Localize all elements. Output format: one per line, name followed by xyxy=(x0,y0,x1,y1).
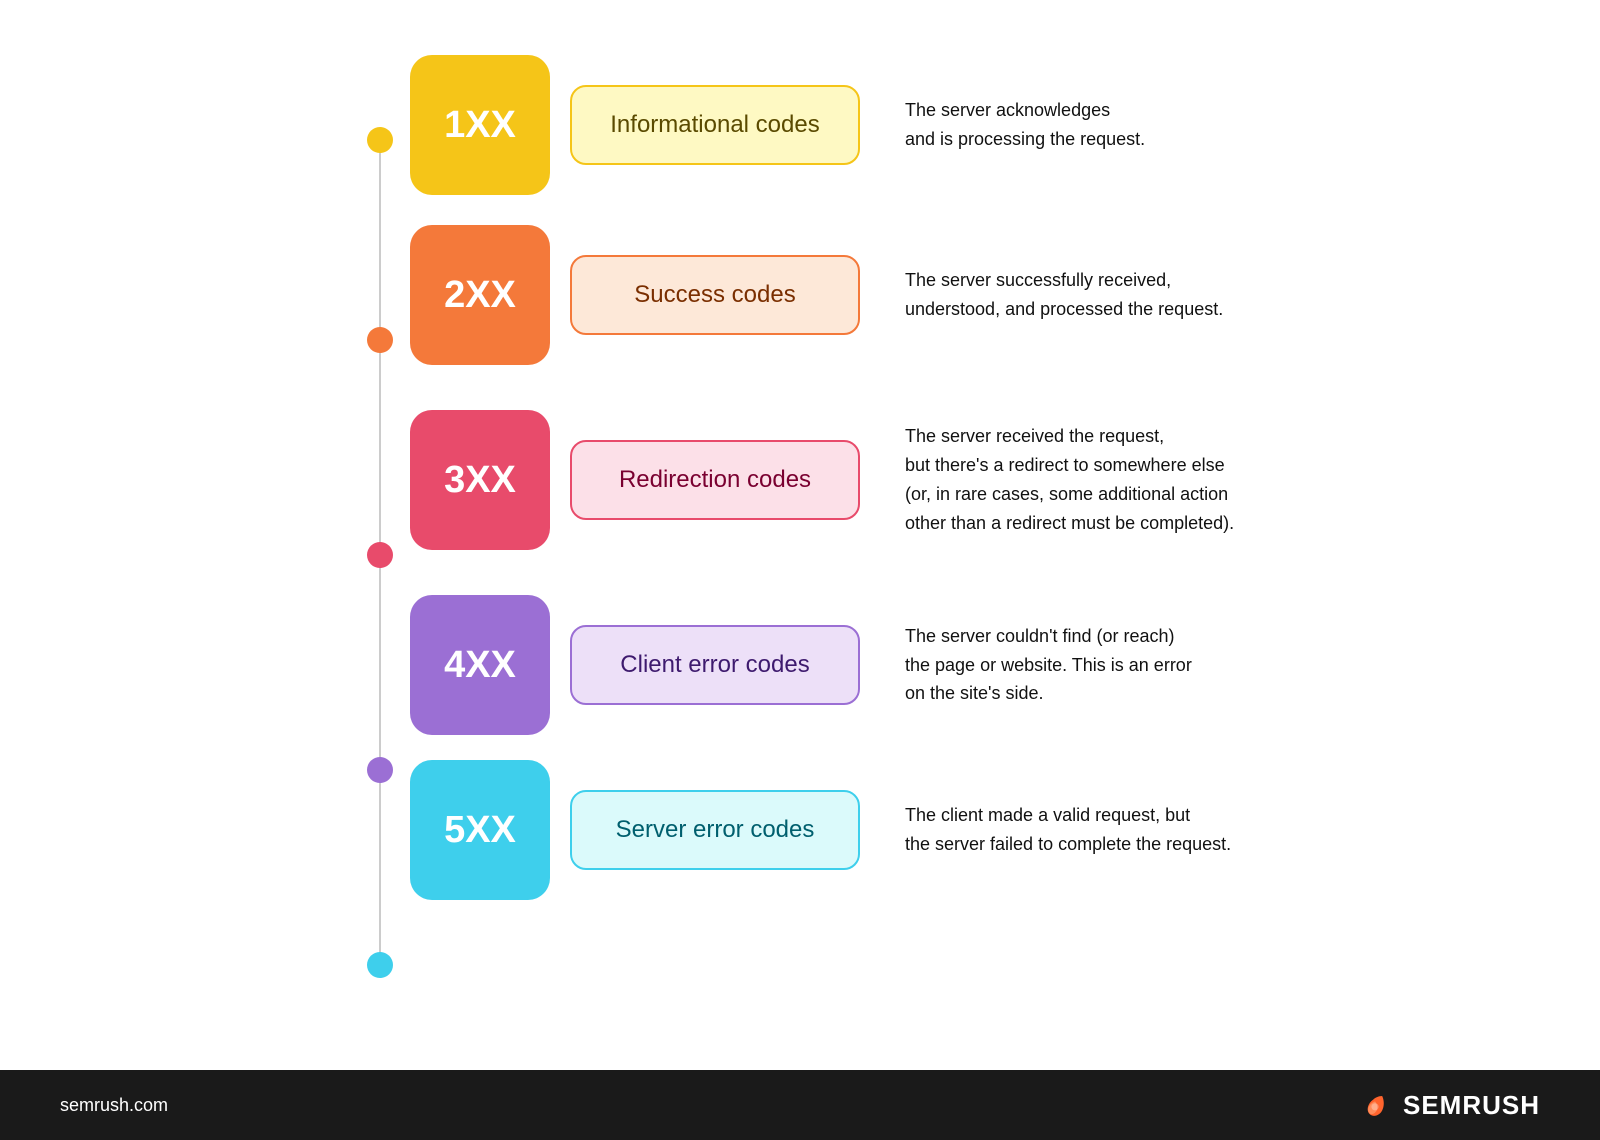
code-box-5xx: 5XX xyxy=(410,760,550,900)
description-3xx: The server received the request, but the… xyxy=(880,422,1250,537)
label-box-5xx: Server error codes xyxy=(570,790,860,870)
label-box-2xx: Success codes xyxy=(570,255,860,335)
code-box-2xx: 2XX xyxy=(410,225,550,365)
label-box-1xx: Informational codes xyxy=(570,85,860,165)
description-2xx: The server successfully received, unders… xyxy=(880,266,1250,324)
rows-column: 1XXInformational codes The server acknowl… xyxy=(410,40,1250,1030)
footer: semrush.com SEMRUSH xyxy=(0,1070,1600,1140)
footer-url: semrush.com xyxy=(60,1095,168,1116)
code-box-3xx: 3XX xyxy=(410,410,550,550)
row-2xx: 2XXSuccess codes The server successfully … xyxy=(410,210,1250,380)
main-content: 1XXInformational codes The server acknowl… xyxy=(0,0,1600,1070)
timeline-svg xyxy=(350,40,410,1030)
row-3xx: 3XXRedirection codesThe server received … xyxy=(410,380,1250,580)
semrush-logo-icon xyxy=(1357,1087,1393,1123)
footer-brand: SEMRUSH xyxy=(1403,1090,1540,1121)
description-4xx: The server couldn't find (or reach) the … xyxy=(880,622,1250,708)
description-1xx: The server acknowledges and is processin… xyxy=(880,96,1250,154)
description-5xx: The client made a valid request, but the… xyxy=(880,801,1250,859)
footer-logo: SEMRUSH xyxy=(1357,1087,1540,1123)
timeline-column xyxy=(350,40,410,1030)
row-4xx: 4XXClient error codesThe server couldn't… xyxy=(410,580,1250,750)
row-1xx: 1XXInformational codes The server acknowl… xyxy=(410,40,1250,210)
code-box-1xx: 1XX xyxy=(410,55,550,195)
row-5xx: 5XXServer error codes The client made a v… xyxy=(410,750,1250,910)
label-box-4xx: Client error codes xyxy=(570,625,860,705)
diagram-container: 1XXInformational codes The server acknowl… xyxy=(350,40,1250,1030)
code-box-4xx: 4XX xyxy=(410,595,550,735)
label-box-3xx: Redirection codes xyxy=(570,440,860,520)
